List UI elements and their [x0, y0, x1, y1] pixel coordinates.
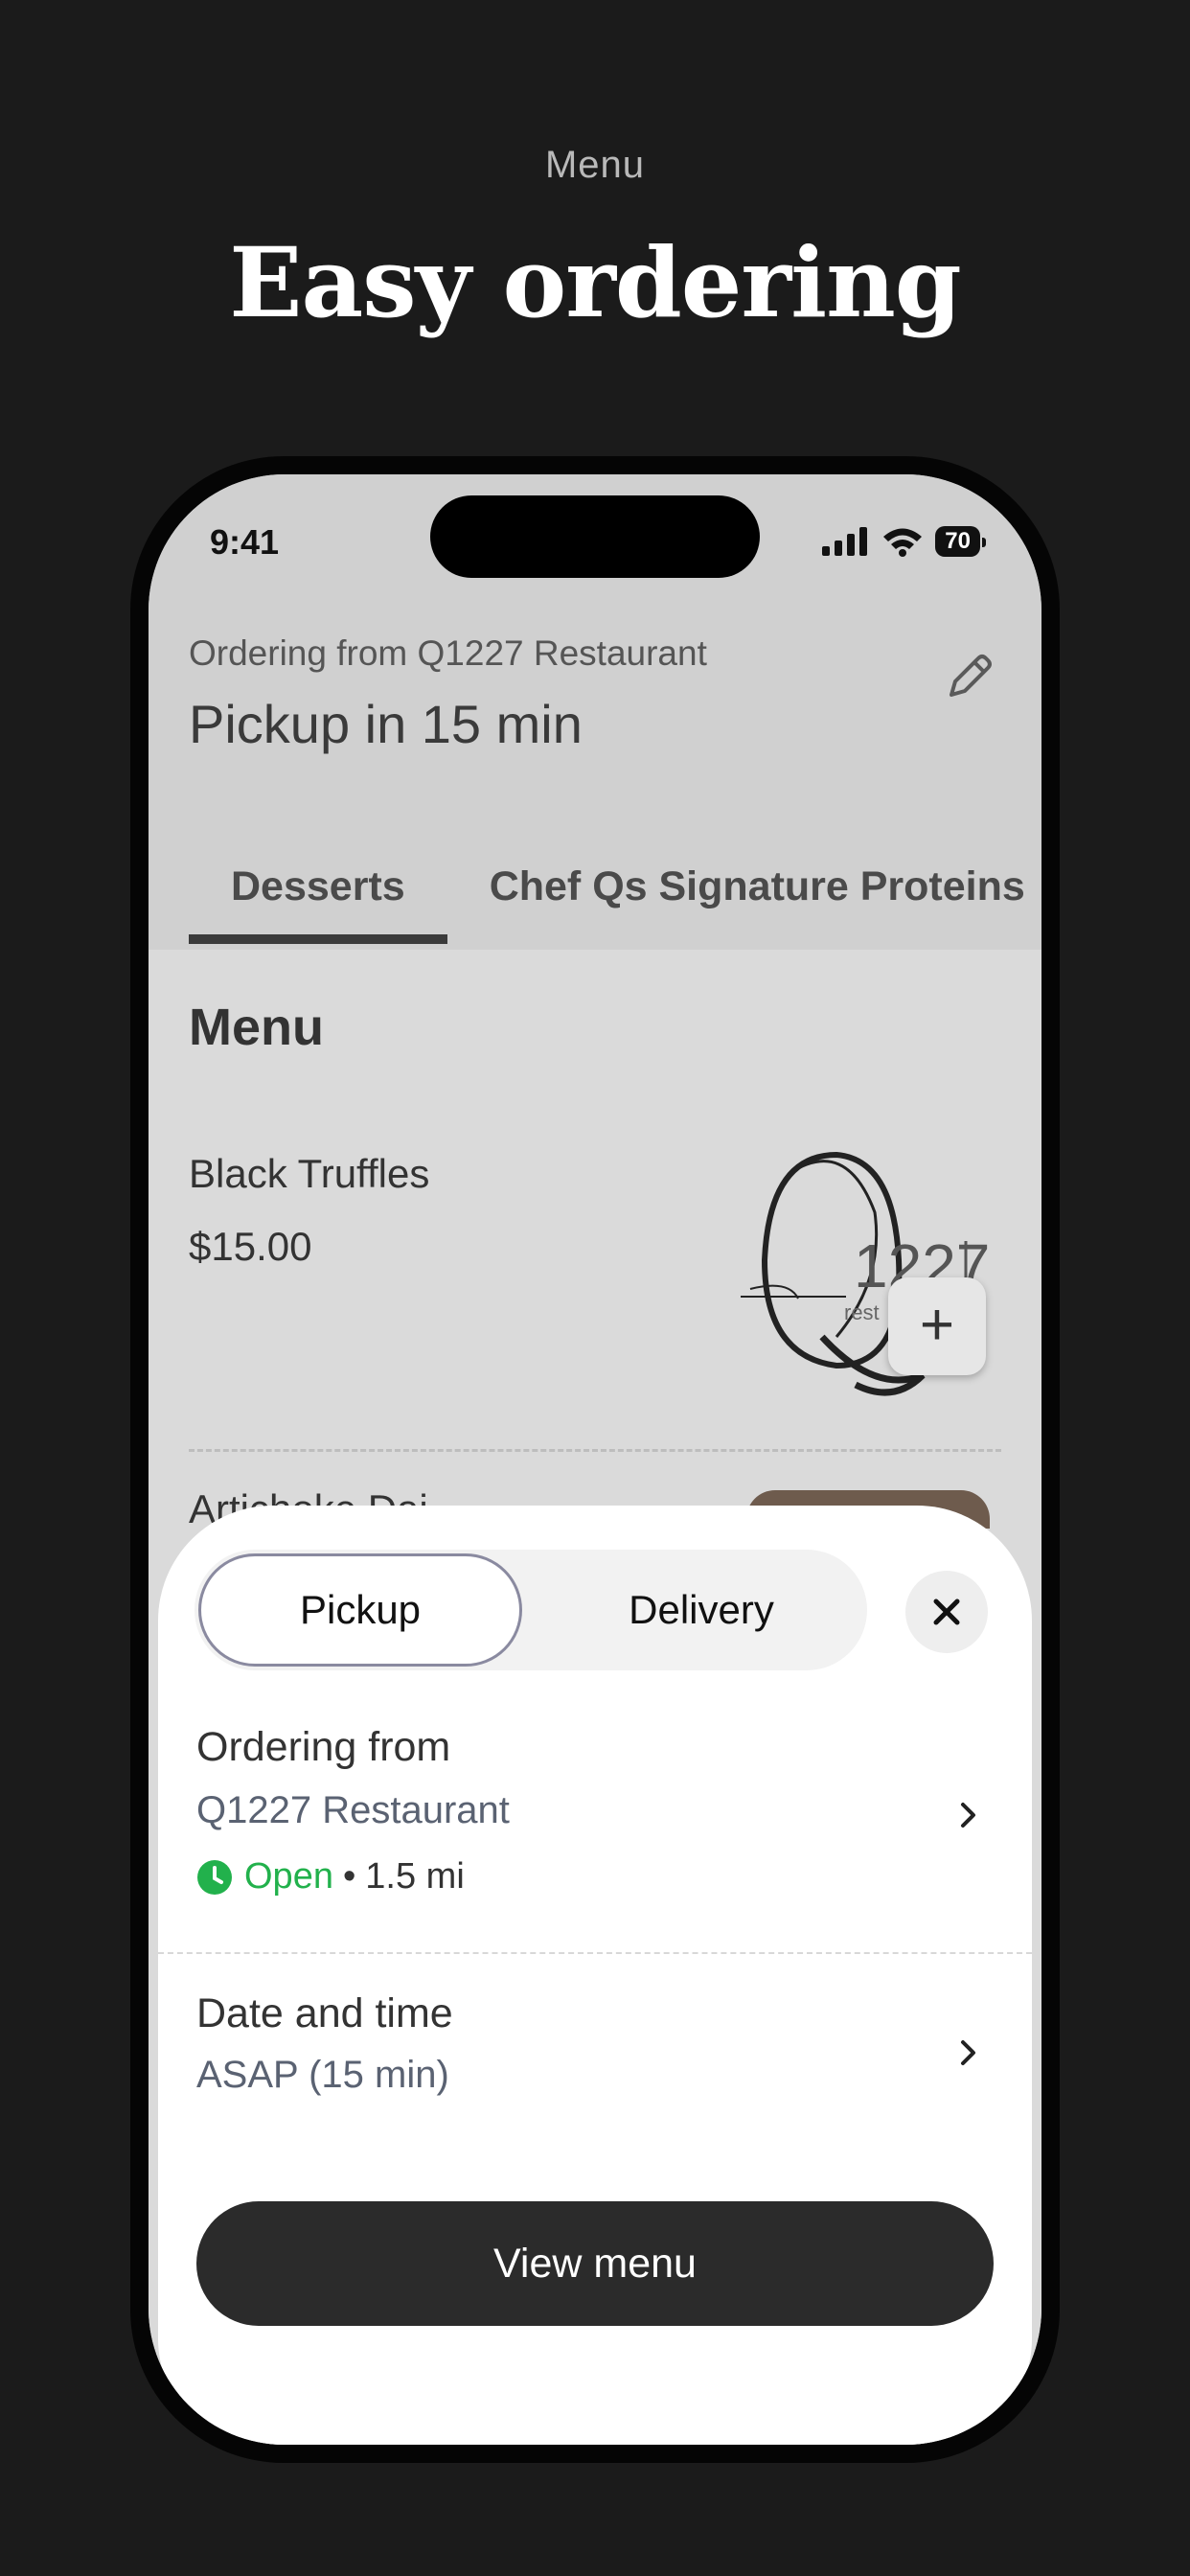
ordering-from-label: Ordering from Q1227 Restaurant — [189, 633, 707, 673]
menu-title: Menu — [189, 999, 324, 1056]
add-item-button[interactable]: + — [888, 1277, 986, 1375]
wifi-icon — [883, 528, 923, 557]
chevron-right-icon — [961, 1803, 975, 1828]
date-time-row[interactable]: Date and time ASAP (15 min) — [158, 1952, 1032, 2144]
tab-chef-signature-proteins[interactable]: Chef Qs Signature Proteins — [447, 839, 1041, 944]
cellular-signal-icon — [822, 527, 868, 556]
ordering-from-title: Ordering from — [196, 1724, 451, 1770]
separator-dot: • — [342, 1856, 356, 1897]
restaurant-row[interactable]: Ordering from Q1227 Restaurant Open • 1.… — [158, 1506, 1032, 1952]
promo-title: Easy ordering — [229, 226, 961, 339]
pencil-icon[interactable] — [942, 649, 997, 704]
dynamic-island — [430, 495, 760, 578]
pickup-time-title: Pickup in 15 min — [189, 694, 583, 754]
date-time-value: ASAP (15 min) — [196, 2054, 449, 2096]
menu-item-name[interactable]: Black Truffles — [189, 1151, 429, 1197]
status-time: 9:41 — [210, 522, 280, 562]
clock-icon — [197, 1859, 232, 1895]
order-options-sheet: Pickup Delivery Ordering from Q1227 Rest… — [158, 1506, 1032, 2445]
svg-text:rest: rest — [844, 1300, 880, 1324]
chevron-right-icon — [961, 2040, 975, 2065]
open-status-line: Open • 1.5 mi — [196, 1856, 465, 1898]
view-menu-button[interactable]: View menu — [196, 2201, 994, 2326]
restaurant-name: Q1227 Restaurant — [196, 1789, 510, 1831]
status-icons: 70 — [822, 526, 986, 557]
date-time-title: Date and time — [196, 1990, 453, 2036]
top-caption: Menu — [544, 144, 646, 186]
category-tabs: Desserts Chef Qs Signature Proteins — [189, 839, 1041, 944]
open-status: Open — [244, 1856, 333, 1897]
tab-desserts[interactable]: Desserts — [189, 839, 447, 944]
phone-screen: 9:41 70 Ordering from Q1227 Restaurant P… — [149, 474, 1041, 2445]
battery-indicator: 70 — [935, 526, 986, 557]
menu-item-price: $15.00 — [189, 1224, 312, 1269]
item-divider — [189, 1449, 1001, 1452]
distance: 1.5 mi — [365, 1856, 465, 1897]
